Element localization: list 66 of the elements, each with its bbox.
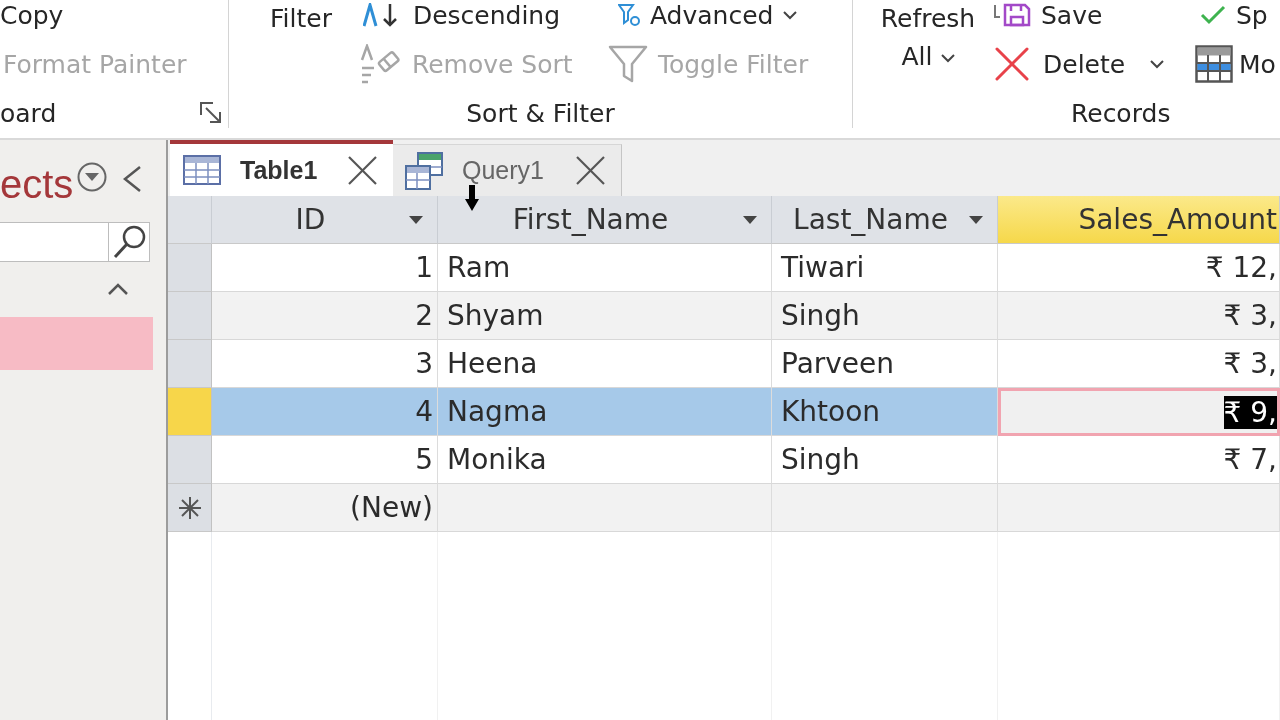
delete-button[interactable]: Delete <box>993 44 1126 84</box>
refresh-all-button[interactable]: Refresh All <box>878 0 978 76</box>
table-cell: Singh <box>772 292 998 340</box>
sort-descending-icon <box>362 3 399 27</box>
table-cell: Parveen <box>772 340 998 388</box>
table-cell: 2 <box>212 292 438 340</box>
filter-gear-icon <box>617 3 640 27</box>
group-label: Sort & Filter <box>466 98 615 128</box>
asterisk-icon <box>177 495 202 520</box>
column-header[interactable]: Last_Name <box>772 196 998 244</box>
floppy-disk-icon <box>993 3 1031 27</box>
save-button[interactable]: Save <box>993 0 1195 30</box>
dropdown-arrow-icon[interactable] <box>969 215 983 224</box>
search-field[interactable] <box>0 222 108 262</box>
table-cell: Monika <box>438 436 772 484</box>
table-cell: 4 <box>212 388 438 436</box>
down-arrow-icon <box>465 185 479 211</box>
ribbon-button[interactable]: Mo <box>1195 44 1276 84</box>
table-cell: ₹ 12, <box>998 244 1280 292</box>
dialog-launcher-icon[interactable] <box>200 102 222 124</box>
table-cell: (New) <box>212 484 438 532</box>
tab[interactable]: Query1 <box>393 144 622 196</box>
caret-icon <box>783 10 798 20</box>
tab[interactable]: Table1 <box>170 140 393 196</box>
table-grid-icon <box>183 155 221 185</box>
table-cell: Ram <box>438 244 772 292</box>
table-cell: 5 <box>212 436 438 484</box>
dropdown-circle-icon[interactable] <box>77 162 108 192</box>
search-icon[interactable] <box>108 222 150 262</box>
table-cell: ₹ 7, <box>998 436 1280 484</box>
check-icon <box>1200 5 1226 25</box>
chevron-up-icon[interactable] <box>107 282 129 296</box>
table-cell: Shyam <box>438 292 772 340</box>
dropdown-arrow-icon[interactable] <box>743 215 757 224</box>
column-header[interactable]: First_Name <box>438 196 772 244</box>
table-cell: Tiwari <box>772 244 998 292</box>
table-cell: Khtoon <box>772 388 998 436</box>
group-label: Records <box>1071 98 1171 128</box>
ribbon-button[interactable]: Sp <box>1195 0 1276 30</box>
table-cell: ₹ 3, <box>998 292 1280 340</box>
table-cell: Singh <box>772 436 998 484</box>
dropdown-arrow-icon[interactable] <box>409 215 423 224</box>
filter-button[interactable]: Filter <box>270 0 332 36</box>
close-icon[interactable] <box>576 156 605 185</box>
table-cell: Heena <box>438 340 772 388</box>
advanced-button[interactable]: Advanced <box>607 0 809 30</box>
table-icon <box>1195 45 1233 83</box>
table-cell: 3 <box>212 340 438 388</box>
group-label: oard <box>0 98 57 128</box>
close-icon[interactable] <box>348 155 377 185</box>
caret-icon <box>940 53 955 63</box>
column-header[interactable]: ID <box>212 196 438 244</box>
row-selector[interactable] <box>168 484 212 532</box>
table-cell: ₹ 3, <box>998 340 1280 388</box>
cross-icon <box>995 47 1029 81</box>
descending-button[interactable]: Descending <box>359 0 608 30</box>
stacked-tables-icon <box>405 151 443 190</box>
table-cell: ₹ 9, <box>998 388 1280 436</box>
pane-title[interactable]: ects <box>0 160 74 208</box>
column-header[interactable]: Sales_Amount <box>998 196 1280 244</box>
copy-button[interactable]: Copy <box>0 0 187 30</box>
caret-icon[interactable] <box>1150 59 1165 69</box>
eraser-sort-icon <box>359 44 400 84</box>
table-cell: Nagma <box>438 388 772 436</box>
table-cell: 1 <box>212 244 438 292</box>
funnel-icon <box>607 44 648 84</box>
